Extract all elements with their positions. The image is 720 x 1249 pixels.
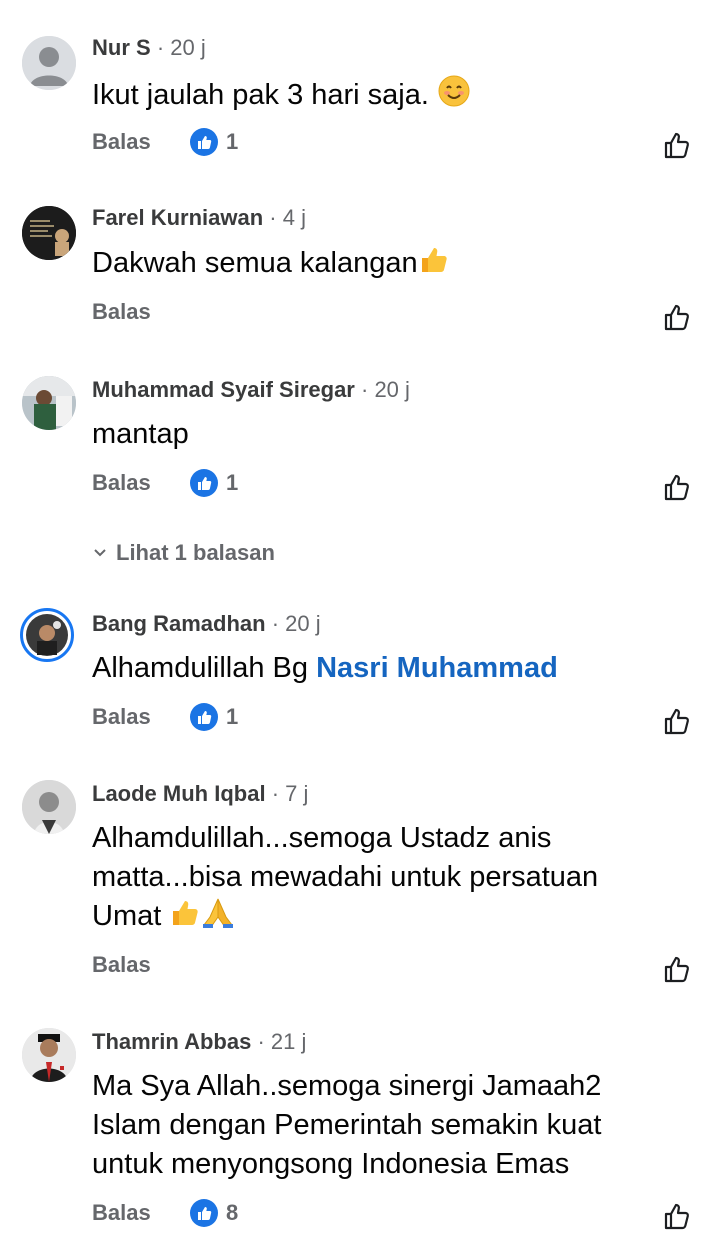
like-button-icon[interactable] (662, 472, 692, 502)
reply-button[interactable]: Balas (92, 1200, 190, 1226)
view-replies-button[interactable]: Lihat 1 balasan (92, 540, 275, 566)
author-name[interactable]: Farel Kurniawan (92, 205, 263, 230)
timestamp[interactable]: · 20 j (157, 35, 206, 60)
author-name[interactable]: Muhammad Syaif Siregar (92, 377, 355, 402)
avatar[interactable] (22, 1028, 76, 1082)
author-line: Thamrin Abbas · 21 j (92, 1028, 306, 1056)
chevron-down-icon (92, 540, 108, 566)
comment-actions: Balas (92, 296, 190, 328)
author-line: Farel Kurniawan · 4 j (92, 204, 306, 232)
timestamp[interactable]: · 21 j (257, 1029, 306, 1054)
like-button-icon[interactable] (662, 130, 692, 160)
reaction-summary[interactable]: 1 (190, 128, 238, 156)
author-name[interactable]: Thamrin Abbas (92, 1029, 251, 1054)
timestamp[interactable]: · 4 j (269, 205, 306, 230)
reaction-summary[interactable]: 1 (190, 469, 238, 497)
like-reaction-icon (190, 703, 218, 731)
reply-button[interactable]: Balas (92, 299, 190, 325)
author-line: Bang Ramadhan · 20 j (92, 610, 321, 638)
comment-actions: Balas 8 (92, 1197, 238, 1229)
author-name[interactable]: Laode Muh Iqbal (92, 781, 266, 806)
reaction-summary[interactable]: 1 (190, 703, 238, 731)
reaction-count: 1 (226, 129, 239, 154)
avatar[interactable] (22, 376, 76, 430)
reply-button[interactable]: Balas (92, 952, 190, 978)
reaction-count: 1 (226, 470, 239, 495)
reaction-count: 1 (226, 704, 239, 729)
like-button-icon[interactable] (662, 1201, 692, 1231)
like-reaction-icon (190, 469, 218, 497)
avatar[interactable] (22, 206, 76, 260)
avatar[interactable] (20, 608, 74, 662)
author-line: Laode Muh Iqbal · 7 j (92, 780, 308, 808)
comment-actions: Balas (92, 949, 190, 981)
author-name[interactable]: Bang Ramadhan (92, 611, 266, 636)
like-button-icon[interactable] (662, 302, 692, 332)
avatar[interactable] (22, 36, 76, 90)
reply-button[interactable]: Balas (92, 470, 190, 496)
comment-text: Dakwah semua kalangan (92, 244, 682, 287)
timestamp[interactable]: · 20 j (272, 611, 321, 636)
smiling-face-emoji-icon (437, 74, 471, 119)
author-name[interactable]: Nur S (92, 35, 151, 60)
comment-text: Ma Sya Allah..semoga sinergi Jamaah2 Isl… (92, 1070, 602, 1180)
reply-button[interactable]: Balas (92, 704, 190, 730)
comments-feed: Nur S · 20 j Ikut jaulah pak 3 hari saja… (0, 0, 720, 1249)
comment-actions: Balas 1 (92, 701, 238, 733)
comment-actions: Balas 1 (92, 467, 238, 499)
like-button-icon[interactable] (662, 954, 692, 984)
like-reaction-icon (190, 1199, 218, 1227)
like-reaction-icon (190, 128, 218, 156)
avatar[interactable] (22, 780, 76, 834)
comment-text: Alhamdulillah...semoga Ustadz anis matta… (92, 819, 682, 940)
timestamp[interactable]: · 20 j (361, 377, 410, 402)
folded-hands-emoji-icon (201, 897, 235, 940)
reaction-count: 8 (226, 1200, 239, 1225)
mention-link[interactable]: Nasri Muhammad (316, 652, 558, 684)
author-line: Muhammad Syaif Siregar · 20 j (92, 376, 410, 404)
like-button-icon[interactable] (662, 706, 692, 736)
author-line: Nur S · 20 j (92, 34, 206, 62)
thumbs-up-emoji-icon (418, 244, 450, 287)
comment-text: mantap (92, 418, 189, 450)
comment-text: Alhamdulillah Bg Nasri Muhammad (92, 652, 558, 684)
reply-button[interactable]: Balas (92, 129, 190, 155)
reaction-summary[interactable]: 8 (190, 1199, 238, 1227)
timestamp[interactable]: · 7 j (272, 781, 309, 806)
comment-actions: Balas 1 (92, 126, 238, 158)
comment-text: Ikut jaulah pak 3 hari saja. (92, 74, 682, 119)
thumbs-up-emoji-icon (169, 897, 201, 940)
